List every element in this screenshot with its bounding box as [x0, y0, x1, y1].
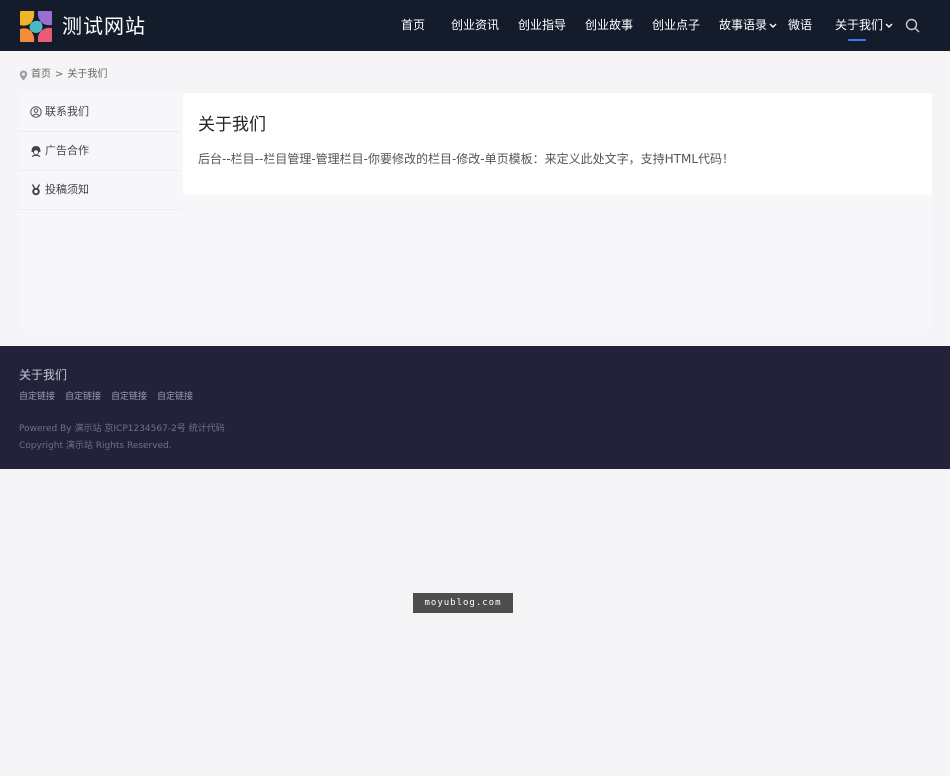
- sidebar-item-label: 广告合作: [45, 144, 89, 157]
- nav-label: 关于我们: [835, 18, 884, 32]
- nav-active-indicator: [848, 39, 866, 41]
- footer-title: 关于我们: [19, 368, 68, 382]
- page-body-text: 后台--栏目--栏目管理-管理栏目-你要修改的栏目-修改-单页模板：来定义此处文…: [198, 152, 735, 166]
- footer-links: 自定链接 自定链接 自定链接 自定链接: [19, 389, 203, 402]
- nav-item-weiyu[interactable]: 微语: [788, 0, 812, 51]
- nav-label: 创业故事: [585, 18, 634, 32]
- sidebar-item-submission[interactable]: 投稿须知: [18, 171, 181, 210]
- site-footer: 关于我们 自定链接 自定链接 自定链接 自定链接 Powered By 演示站 京IC…: [0, 346, 950, 469]
- footer-link[interactable]: 自定链接: [111, 392, 147, 402]
- page-title: 关于我们: [198, 115, 266, 135]
- breadcrumb: 首页 > 关于我们: [19, 68, 107, 82]
- nav-label: 创业点子: [652, 18, 701, 32]
- stats-code: 统计代码: [188, 424, 225, 434]
- icp-link[interactable]: 京ICP1234567-2号: [104, 424, 185, 434]
- nav-item-guide[interactable]: 创业指导: [518, 0, 566, 51]
- chevron-down-icon: [769, 23, 777, 28]
- nav-item-ideas[interactable]: 创业点子: [652, 0, 700, 51]
- breadcrumb-current[interactable]: 关于我们: [67, 69, 107, 80]
- main-nav: 首页 创业资讯 创业指导 创业故事 创业点子 故事语录 微语 关于我们: [0, 0, 950, 51]
- sidebar-item-label: 联系我们: [45, 105, 89, 118]
- nav-label: 创业指导: [518, 18, 567, 32]
- location-pin-icon: [19, 70, 28, 80]
- nav-item-quotes[interactable]: 故事语录: [719, 0, 777, 51]
- nav-item-stories[interactable]: 创业故事: [585, 0, 633, 51]
- sidebar-item-contact[interactable]: 联系我们: [18, 93, 181, 132]
- nav-label: 创业资讯: [451, 18, 500, 32]
- nav-label: 首页: [401, 18, 426, 32]
- nav-label: 微语: [788, 18, 813, 32]
- medal-icon: [31, 184, 41, 196]
- footer-link[interactable]: 自定链接: [157, 392, 193, 402]
- nav-item-about[interactable]: 关于我们: [835, 0, 893, 51]
- nav-item-home[interactable]: 首页: [401, 0, 425, 51]
- footer-copyright: Copyright 演示站 Rights Reserved.: [19, 441, 172, 451]
- footer-powered-by: Powered By 演示站 京ICP1234567-2号 统计代码: [19, 421, 225, 434]
- sidebar-item-ads[interactable]: 广告合作: [18, 132, 181, 171]
- user-circle-icon: [30, 106, 42, 118]
- main-content-card: 关于我们 后台--栏目--栏目管理-管理栏目-你要修改的栏目-修改-单页模板：来…: [183, 93, 932, 195]
- content-container: 联系我们 广告合作 投稿须知 关于我们 后台--栏目--栏目管理-管理栏目-你要…: [18, 93, 932, 329]
- watermark-badge: moyublog.com: [413, 593, 513, 613]
- sidebar: 联系我们 广告合作 投稿须知: [18, 93, 181, 325]
- powered-by-text: Powered By 演示站: [19, 424, 102, 434]
- nav-label: 故事语录: [719, 18, 768, 32]
- footer-link[interactable]: 自定链接: [65, 392, 101, 402]
- breadcrumb-separator: >: [55, 69, 64, 80]
- search-icon[interactable]: [905, 18, 920, 33]
- chevron-down-icon: [885, 23, 893, 28]
- breadcrumb-home[interactable]: 首页: [31, 69, 51, 80]
- sidebar-item-label: 投稿须知: [45, 183, 89, 196]
- site-header: 测试网站 首页 创业资讯 创业指导 创业故事 创业点子 故事语录 微语 关于我们: [0, 0, 950, 51]
- footer-link[interactable]: 自定链接: [19, 392, 55, 402]
- user-avatar-icon: [31, 146, 41, 157]
- nav-item-news[interactable]: 创业资讯: [451, 0, 499, 51]
